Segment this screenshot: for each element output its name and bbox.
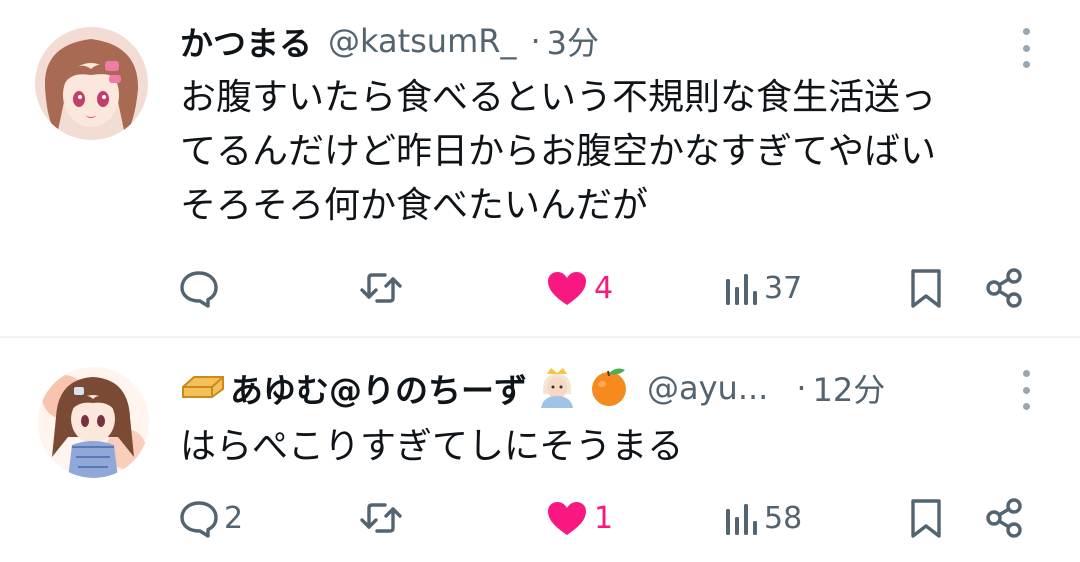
avatar[interactable] — [38, 367, 149, 478]
retweet-icon — [360, 503, 402, 533]
reply-count: 2 — [224, 500, 244, 536]
heart-icon — [548, 272, 586, 305]
more-options-icon[interactable] — [1020, 28, 1032, 68]
more-options-icon[interactable] — [1020, 370, 1032, 410]
bookmark-button[interactable] — [906, 493, 946, 543]
like-count: 1 — [594, 500, 614, 536]
bookmark-icon — [911, 269, 941, 308]
tweet-header: あゆむ@りのちーず @ayu... · 12分 — [180, 366, 980, 410]
like-button[interactable]: 4 — [544, 263, 613, 313]
tweet-text: はらぺこりすぎてしにそうまる — [180, 420, 1040, 474]
tweet-actions: 4 37 — [0, 263, 1080, 313]
views-button[interactable]: 37 — [724, 263, 802, 313]
avatar[interactable] — [35, 27, 148, 140]
tweet[interactable]: かつまる @katsumR_ · 3分 お腹すいたら食べるという不規則な食生活送… — [0, 0, 1080, 336]
tweet-text: お腹すいたら食べるという不規則な食生活送っ てるんだけど昨日からお腹空かなすぎて… — [180, 71, 1040, 233]
view-count: 37 — [764, 270, 803, 306]
reply-icon — [180, 271, 218, 308]
user-handle[interactable]: @katsumR_ — [328, 22, 516, 60]
share-button[interactable] — [982, 493, 1026, 543]
tweet-text-line: はらぺこりすぎてしにそうまる — [180, 426, 684, 467]
tangerine-emoji-icon — [587, 364, 631, 412]
tweet-text-line: てるんだけど昨日からお腹空かなすぎてやばい — [180, 131, 937, 172]
envelope-emoji-icon — [180, 373, 226, 403]
like-button[interactable]: 1 — [544, 493, 613, 543]
like-count: 4 — [594, 270, 614, 306]
views-button[interactable]: 58 — [724, 493, 802, 543]
reply-button[interactable] — [178, 263, 224, 313]
views-icon — [726, 274, 757, 305]
share-icon — [986, 268, 1022, 308]
timestamp[interactable]: 12分 — [813, 365, 886, 411]
views-icon — [726, 504, 757, 535]
reply-button[interactable]: 2 — [178, 493, 243, 543]
tweet[interactable]: あゆむ@りのちーず @ayu... · 12分 はらぺこりすぎてしにそうまる 2… — [0, 338, 1080, 562]
bookmark-button[interactable] — [906, 263, 946, 313]
tweet-text-line: そろそろ何か食べたいんだが — [180, 185, 649, 226]
user-handle[interactable]: @ayu... — [647, 369, 768, 407]
tweet-actions: 2 1 58 — [0, 493, 1080, 543]
tweet-text-line: お腹すいたら食べるという不規則な食生活送っ — [180, 77, 937, 118]
share-button[interactable] — [982, 263, 1026, 313]
retweet-button[interactable] — [358, 263, 408, 313]
share-icon — [986, 498, 1022, 538]
display-name[interactable]: かつまる — [180, 17, 312, 65]
bookmark-icon — [911, 499, 941, 538]
separator: · — [530, 22, 541, 60]
display-name[interactable]: あゆむ@りのちーず — [230, 364, 527, 412]
retweet-icon — [360, 273, 402, 303]
tweet-header: かつまる @katsumR_ · 3分 — [180, 19, 980, 63]
view-count: 58 — [764, 500, 803, 536]
heart-icon — [548, 502, 586, 535]
separator: · — [796, 369, 807, 407]
retweet-button[interactable] — [358, 493, 408, 543]
reply-icon — [180, 501, 218, 538]
timestamp[interactable]: 3分 — [547, 18, 599, 64]
princess-emoji-icon — [535, 364, 579, 412]
